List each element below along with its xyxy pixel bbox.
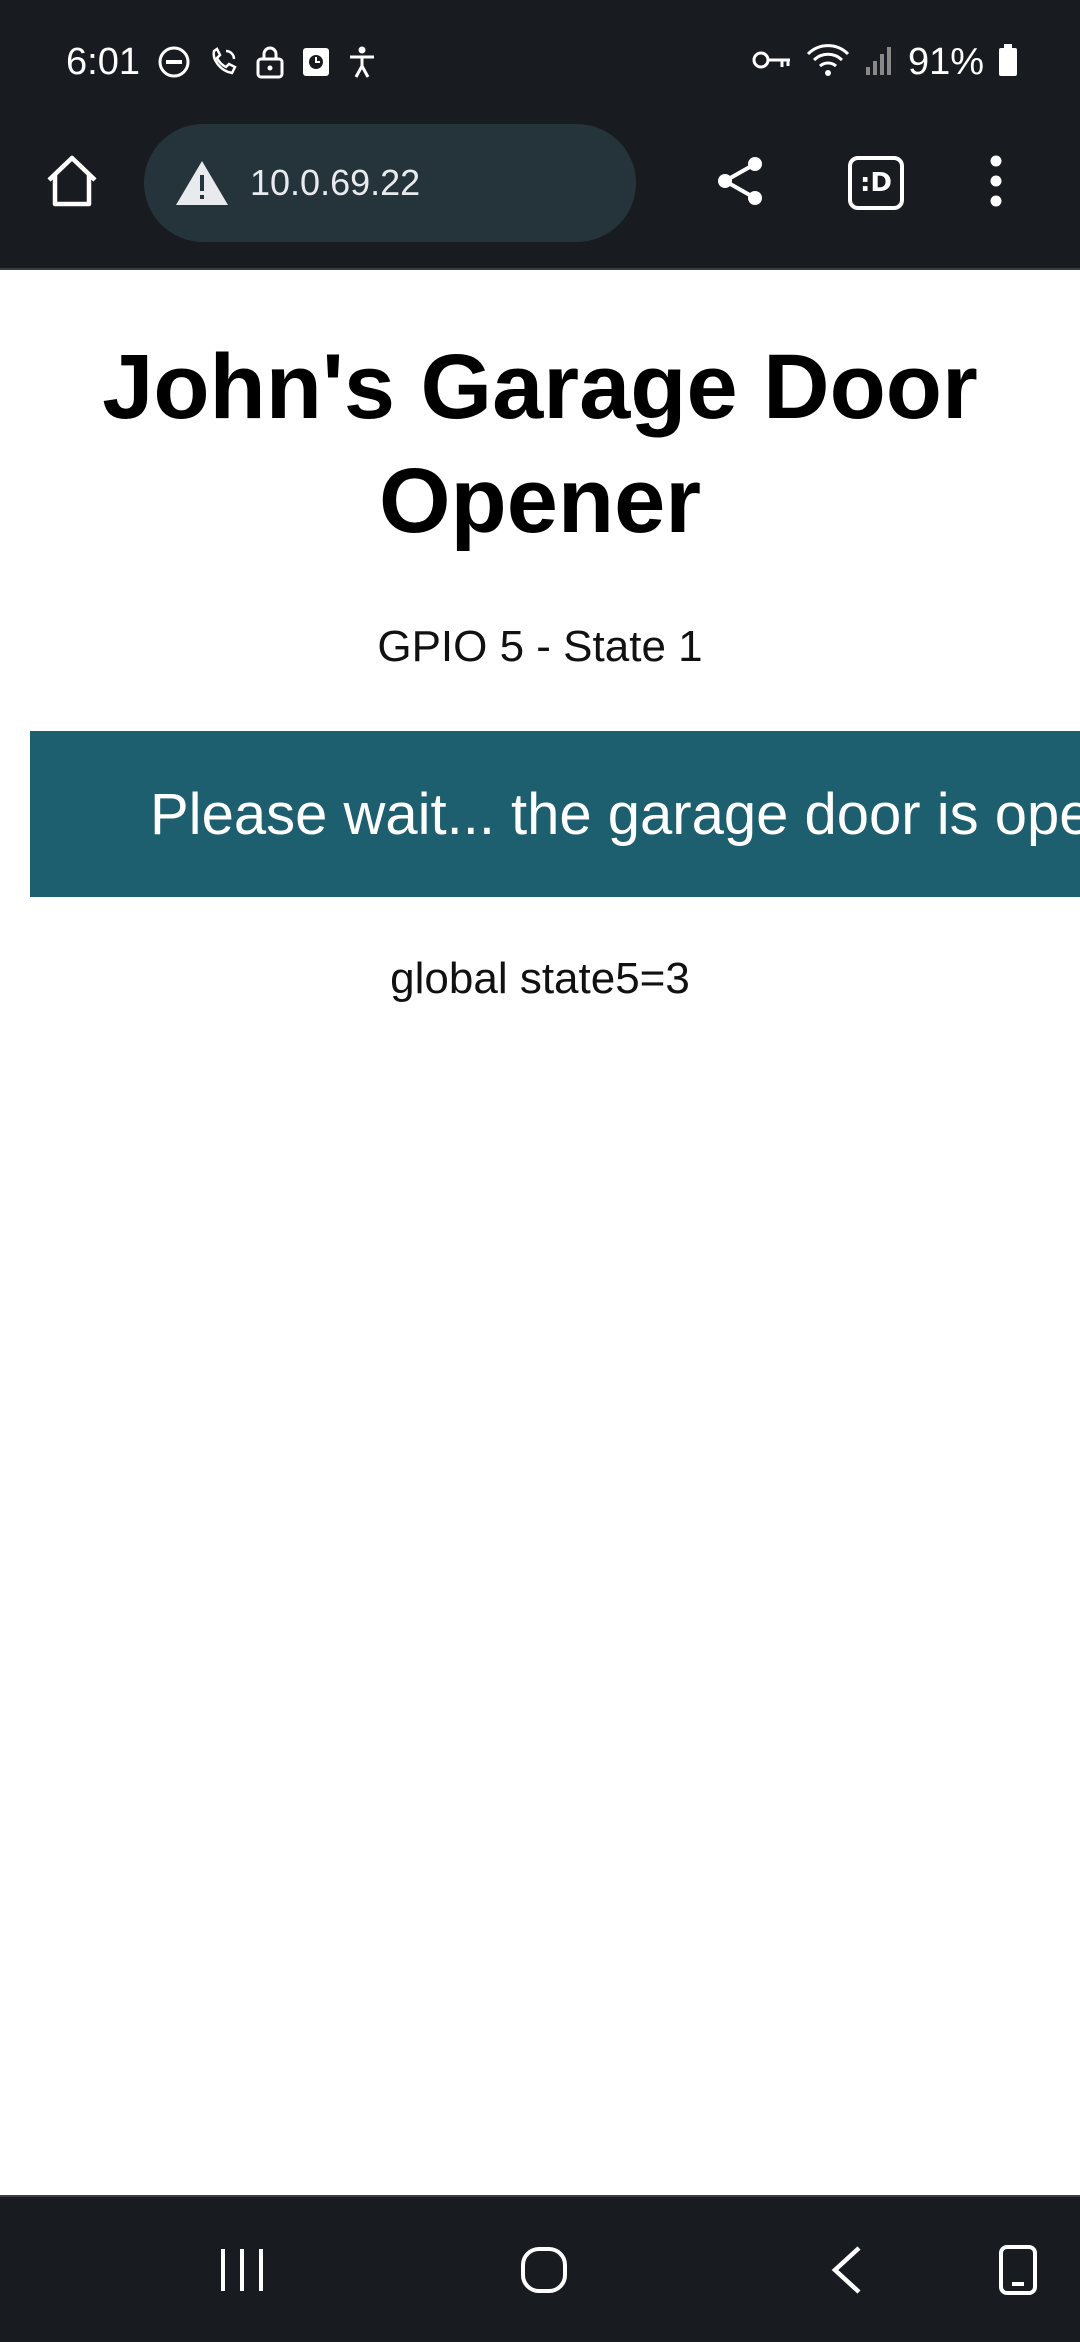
home-button[interactable]	[32, 143, 112, 223]
home-nav-icon	[519, 2245, 569, 2300]
garage-door-wait-button[interactable]: Please wait... the garage door is openin…	[30, 731, 1080, 897]
page-title: John's Garage Door Opener	[102, 336, 978, 552]
more-options-button[interactable]	[956, 143, 1036, 223]
wifi-icon	[806, 42, 850, 83]
tab-switcher-label: :D	[860, 168, 892, 198]
home-icon	[43, 152, 101, 215]
global-state-text: global state5=3	[390, 954, 690, 1003]
recent-apps-icon	[217, 2245, 267, 2300]
battery-icon	[998, 43, 1018, 82]
wifi-calling-icon	[206, 45, 240, 84]
lock-icon	[254, 44, 286, 85]
share-button[interactable]	[700, 143, 780, 223]
recent-apps-button[interactable]	[197, 2227, 287, 2317]
do-not-disturb-icon	[156, 44, 192, 85]
address-bar[interactable]: 10.0.69.22	[144, 124, 636, 242]
battery-percent: 91%	[907, 41, 984, 83]
tab-switcher-button[interactable]: :D	[836, 143, 916, 223]
status-icons-left	[156, 44, 378, 85]
browser-toolbar: 10.0.69.22 :D	[0, 124, 1080, 270]
warning-icon[interactable]	[174, 158, 230, 208]
gpio-state-text: GPIO 5 - State 1	[377, 622, 703, 671]
screen-record-icon	[300, 45, 332, 84]
back-icon	[827, 2245, 867, 2300]
status-bar: 6:01 91%	[0, 0, 1080, 124]
web-page-content: John's Garage Door Opener GPIO 5 - State…	[0, 270, 1080, 2195]
vpn-key-icon	[752, 47, 792, 78]
back-button[interactable]	[802, 2227, 892, 2317]
accessibility-icon	[346, 45, 378, 84]
system-nav-bar	[0, 2195, 1080, 2342]
status-time: 6:01	[66, 41, 140, 83]
cell-signal-icon	[864, 43, 894, 82]
more-options-icon	[986, 154, 1006, 213]
rotate-icon	[998, 2244, 1038, 2301]
rotate-button[interactable]	[973, 2227, 1063, 2317]
tab-switcher-icon: :D	[848, 156, 904, 210]
home-nav-button[interactable]	[499, 2227, 589, 2317]
url-text[interactable]: 10.0.69.22	[250, 162, 420, 204]
status-icons-right: 91%	[752, 38, 1018, 86]
share-icon	[713, 154, 767, 213]
